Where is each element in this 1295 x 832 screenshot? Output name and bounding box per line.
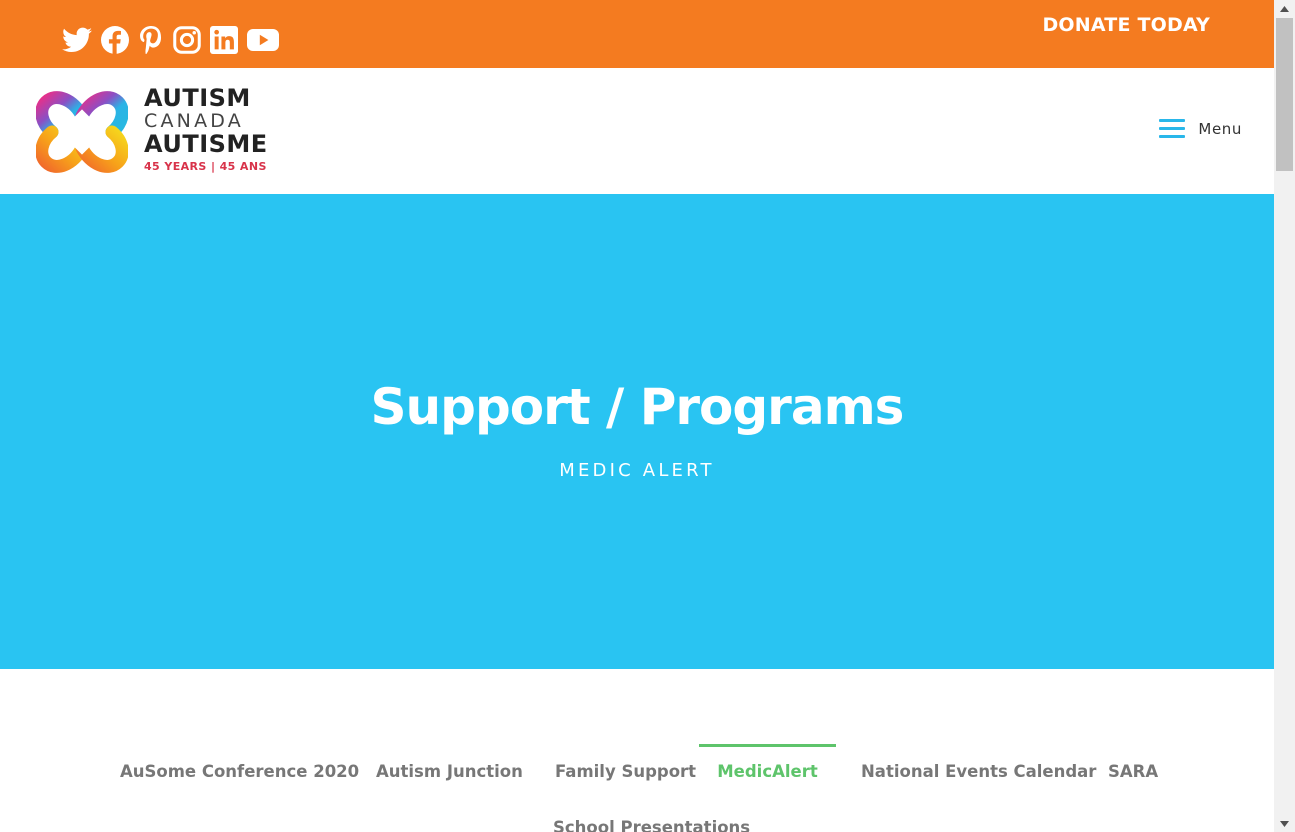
hamburger-icon xyxy=(1159,118,1186,140)
tab-school-presentations[interactable]: School Presentations xyxy=(553,800,750,832)
logo-line-canada: CANADA xyxy=(144,110,244,132)
tab-sara[interactable]: SARA xyxy=(1108,744,1158,796)
page-scrollbar[interactable] xyxy=(1274,0,1295,832)
twitter-icon[interactable] xyxy=(62,24,92,56)
pinterest-icon[interactable] xyxy=(138,24,164,56)
tab-national-events-calendar[interactable]: National Events Calendar xyxy=(861,744,1096,796)
scroll-up-arrow-icon[interactable] xyxy=(1274,0,1295,17)
tab-autism-junction[interactable]: Autism Junction xyxy=(376,744,523,796)
instagram-icon[interactable] xyxy=(173,24,201,56)
page-title: Support / Programs xyxy=(370,378,905,436)
linkedin-icon[interactable] xyxy=(210,24,238,56)
tab-medicalert[interactable]: MedicAlert xyxy=(699,744,836,796)
tab-family-support[interactable]: Family Support xyxy=(555,744,696,796)
facebook-icon[interactable] xyxy=(101,24,129,56)
hero-banner: Support / Programs MEDIC ALERT xyxy=(0,194,1274,669)
donate-button[interactable]: DONATE TODAY xyxy=(1042,14,1210,36)
scroll-down-arrow-icon[interactable] xyxy=(1274,815,1295,832)
scroll-thumb[interactable] xyxy=(1276,18,1293,171)
logo-line-years: 45 YEARS | 45 ANS xyxy=(144,160,267,173)
site-header: AUTISM CANADA AUTISME 45 YEARS | 45 ANS … xyxy=(0,68,1274,194)
site-logo[interactable]: AUTISM CANADA AUTISME 45 YEARS | 45 ANS xyxy=(36,86,268,178)
logo-line-autism: AUTISM xyxy=(144,84,251,112)
top-bar: DONATE TODAY xyxy=(0,0,1274,68)
page-subtitle: MEDIC ALERT xyxy=(559,460,715,481)
program-tabs: AuSome Conference 2020 Autism Junction F… xyxy=(0,744,1274,832)
logo-line-autisme: AUTISME xyxy=(144,130,268,158)
tab-ausome-conference-2020[interactable]: AuSome Conference 2020 xyxy=(120,744,359,796)
logo-mark-icon xyxy=(36,91,128,173)
social-links xyxy=(62,24,288,56)
logo-text: AUTISM CANADA AUTISME 45 YEARS | 45 ANS xyxy=(144,86,268,172)
menu-label: Menu xyxy=(1198,120,1242,138)
youtube-icon[interactable] xyxy=(247,24,279,56)
menu-button[interactable]: Menu xyxy=(1159,118,1242,140)
